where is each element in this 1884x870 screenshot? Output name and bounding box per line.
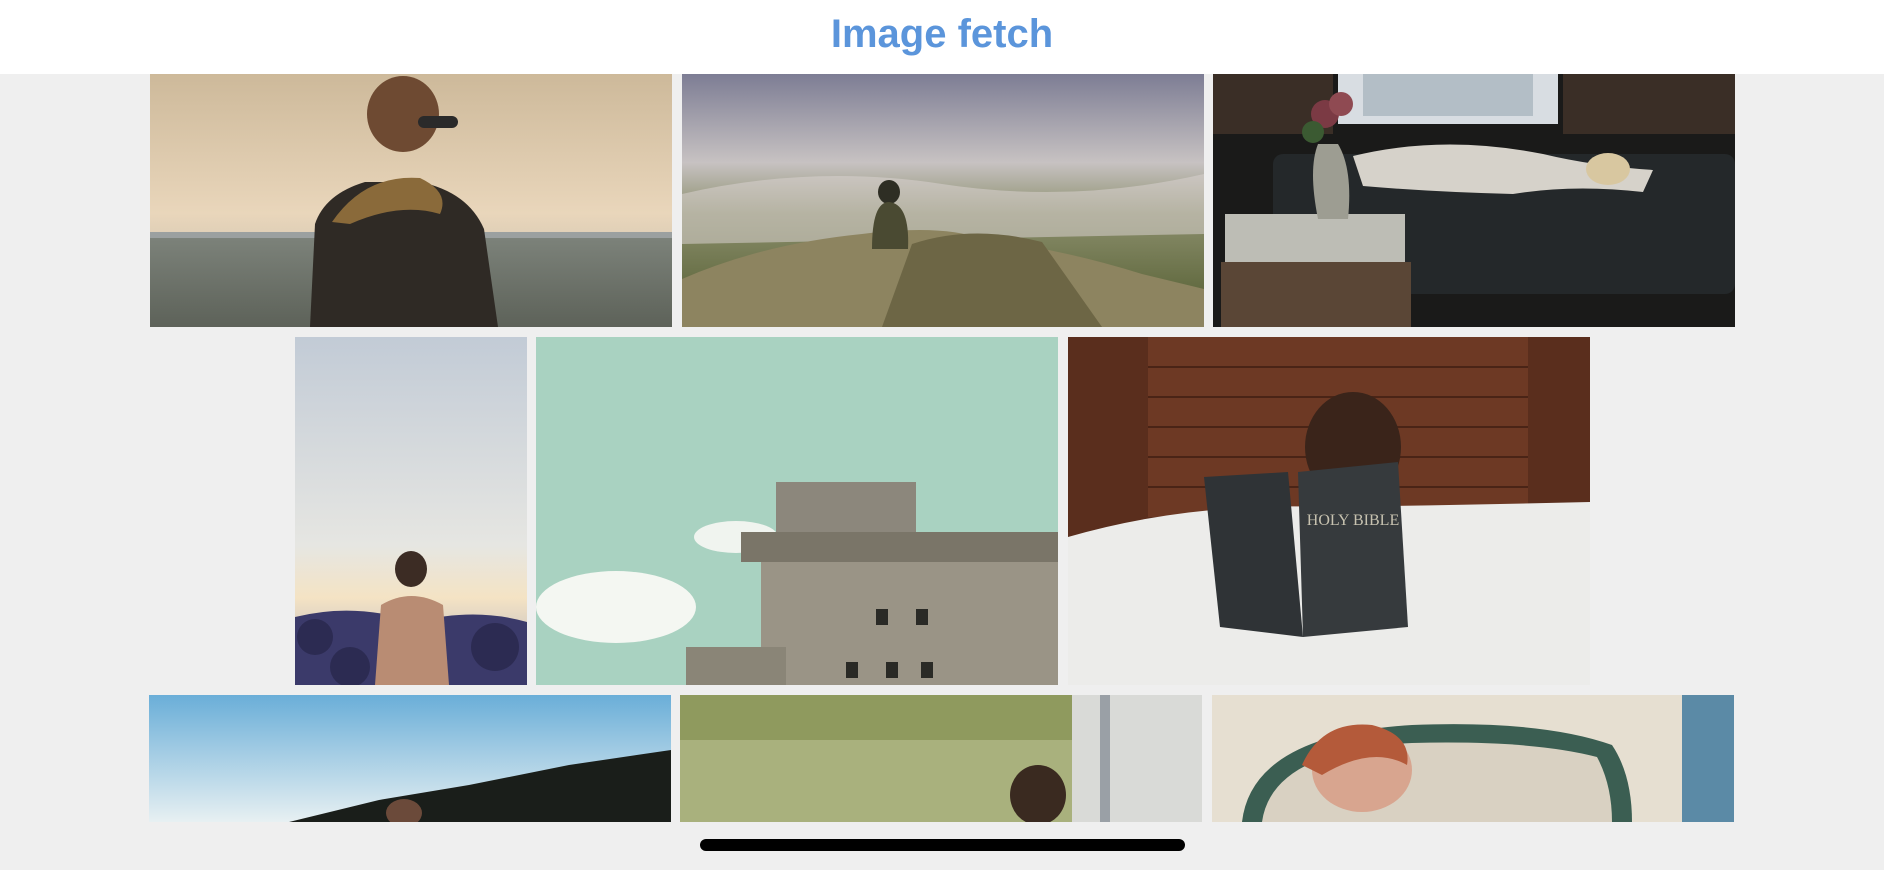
- photo-woman-vintage-car[interactable]: [1212, 695, 1734, 822]
- photo-woman-sleeping-sofa[interactable]: [1213, 74, 1735, 327]
- bible-cover-text: HOLY BIBLE: [1307, 512, 1399, 529]
- app-header: Image fetch: [0, 0, 1884, 74]
- page-title: Image fetch: [830, 12, 1054, 56]
- photo-man-rocky-shore[interactable]: [295, 337, 527, 685]
- photo-child-reading-bible[interactable]: HOLY BIBLE: [1068, 337, 1590, 685]
- home-indicator[interactable]: [700, 839, 1185, 851]
- photo-forest-treeline[interactable]: [149, 695, 671, 822]
- photo-person-tall-grass[interactable]: [680, 695, 1202, 822]
- photo-hiker-misty-mountain[interactable]: [682, 74, 1204, 327]
- photo-man-scarf-sea[interactable]: [150, 74, 672, 327]
- photo-concrete-bunker[interactable]: [536, 337, 1058, 685]
- image-grid: HOLY BIBLE: [0, 74, 1884, 822]
